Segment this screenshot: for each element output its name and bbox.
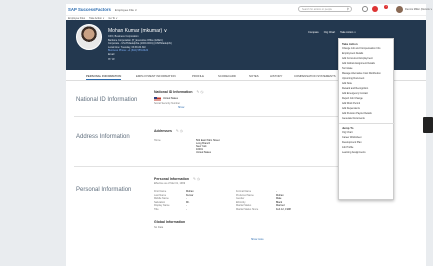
menu-item[interactable]: Add Emergency Contact: [342, 92, 368, 95]
tab-compensation-statements[interactable]: COMPENSATION STATEMENTS: [294, 74, 336, 78]
menu-item[interactable]: Terminate: [342, 67, 353, 70]
menu-item[interactable]: Add Global Assignment Details: [342, 62, 375, 65]
national-id-heading: National ID Information ✎ ◷: [154, 90, 204, 94]
national-id-country: United States: [163, 97, 179, 100]
address-line: United States: [196, 151, 212, 154]
top-bar: SAP SuccessFactors Employee File ∨ Searc…: [66, 4, 432, 15]
edit-icon[interactable]: ✎ ◷: [197, 90, 204, 94]
notification-badge: 1: [384, 5, 388, 9]
jump-item[interactable]: Org Chart: [342, 131, 353, 134]
tab-personal-information[interactable]: PERSONAL INFORMATION: [86, 74, 122, 80]
menu-item[interactable]: Upcoming Document: [342, 77, 364, 80]
profile-photo[interactable]: [76, 24, 102, 50]
section-divider: [74, 116, 354, 117]
take-action-menu: Take Action Change Job and Compensation …: [338, 38, 395, 200]
show-more-link[interactable]: Show more: [251, 238, 264, 241]
section-divider: [74, 166, 354, 167]
us-flag-icon: [154, 96, 161, 101]
field-label: Title: [154, 207, 159, 211]
search-input[interactable]: Search for actions or people ⚲: [298, 6, 352, 12]
jump-item[interactable]: Career Worksheet: [342, 136, 361, 139]
menu-item[interactable]: Add Dependents: [342, 107, 360, 110]
national-id-section-title: National ID Information: [76, 97, 138, 103]
app-logo[interactable]: SAP SuccessFactors: [68, 7, 111, 12]
header-actions: Compare Org Chart Take Action ∨: [308, 31, 356, 34]
search-placeholder: Search for actions or people: [302, 8, 332, 11]
jump-to-heading: Jump To: [342, 126, 354, 130]
menu-item[interactable]: Report Job Change: [342, 97, 363, 100]
menu-item[interactable]: Add Concurrent Employment: [342, 57, 373, 60]
user-menu[interactable]: Dennis Miller (Dennis ∨: [405, 8, 432, 11]
address-type: Home: [154, 139, 161, 142]
user-avatar[interactable]: [396, 6, 403, 13]
field-value: Kumar: [186, 193, 194, 197]
bell-icon[interactable]: [372, 6, 378, 12]
show-ssn-link[interactable]: Show: [178, 106, 184, 109]
edit-icon[interactable]: ✎ ◷: [176, 129, 183, 133]
ssn-label: Social Security Number: [154, 102, 181, 105]
menu-item[interactable]: Add Work Permit: [342, 102, 360, 105]
help-icon[interactable]: [362, 6, 368, 12]
global-info-empty: No Data: [154, 226, 164, 229]
addresses-heading: Addresses ✎ ◷: [154, 129, 183, 133]
menu-item[interactable]: Add Note: [342, 82, 352, 85]
tab-history[interactable]: HISTORY: [270, 74, 282, 78]
tab-employment-information[interactable]: EMPLOYMENT INFORMATION: [136, 74, 176, 78]
compare-button[interactable]: Compare: [308, 31, 319, 34]
field-value: -: [186, 207, 187, 211]
feedback-side-tab[interactable]: [423, 117, 433, 133]
tab-scorecard[interactable]: SCORECARD: [218, 74, 236, 78]
menu-item[interactable]: Manage Alternative Cost Distribution: [342, 72, 381, 75]
tab-profile[interactable]: PROFILE: [192, 74, 204, 78]
menu-item[interactable]: Add Pension Payout Details: [342, 112, 372, 115]
jump-item[interactable]: Development Plan: [342, 141, 362, 144]
field-label: Marital Status Since: [236, 207, 259, 211]
jump-item[interactable]: Learning Assignments: [342, 151, 366, 154]
search-icon[interactable]: ⚲: [347, 7, 349, 13]
tab-notes[interactable]: NOTES: [249, 74, 259, 78]
module-picker[interactable]: Employee File ∨: [115, 8, 137, 12]
global-info-heading: Global Information: [154, 220, 186, 224]
employee-name[interactable]: Mohan Kumar (mkumar) ∨: [108, 28, 167, 34]
edit-icon[interactable]: ✎ ◷: [193, 177, 200, 181]
menu-item[interactable]: Reward and Recognition: [342, 87, 368, 90]
menu-item[interactable]: Change Job and Compensation Info: [342, 47, 380, 50]
personal-info-heading: Personal Information ✎ ◷: [154, 177, 200, 181]
org-chart-button[interactable]: Org Chart: [324, 31, 335, 34]
header-contact-icons[interactable]: ✉ ☏: [108, 57, 115, 61]
menu-item[interactable]: Employment Details: [342, 52, 363, 55]
employee-email[interactable]: Email: [108, 53, 114, 56]
menu-heading: Take Action: [342, 42, 358, 46]
take-action-button[interactable]: Take Action ∨: [340, 31, 356, 34]
field-value: Feb 12, 1998: [276, 207, 291, 211]
effective-date: Effective as of Mar 01, 1999: [154, 182, 186, 185]
menu-item[interactable]: Generate Documents: [342, 117, 365, 120]
jump-item[interactable]: Job Profile: [342, 146, 353, 149]
personal-section-title: Personal Information: [76, 187, 132, 193]
address-section-title: Address Information: [76, 134, 130, 140]
